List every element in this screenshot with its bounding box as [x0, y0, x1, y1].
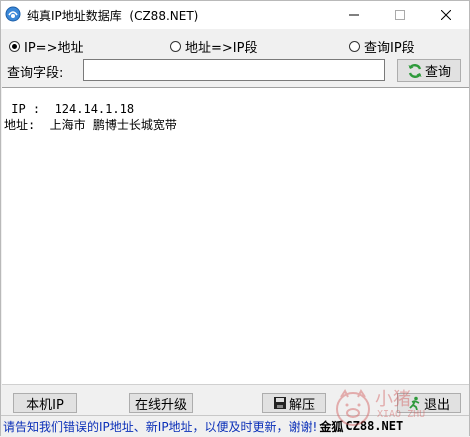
refresh-icon: [408, 63, 422, 78]
maximize-icon: [395, 10, 405, 20]
radio-indicator: [170, 41, 181, 52]
exit-label: 退出: [423, 397, 450, 413]
window-title: 纯真IP地址数据库 (CZ88.NET): [27, 9, 199, 23]
exit-button[interactable]: 退出: [397, 393, 461, 413]
radio-address-to-ip-range[interactable]: 地址=>IP段: [170, 37, 257, 56]
extract-button[interactable]: 解压: [262, 393, 326, 413]
result-address-line: 地址: 上海市 鹏博士长城宽带: [4, 118, 177, 132]
close-icon: [441, 10, 451, 20]
radio-label: 地址=>IP段: [185, 41, 258, 56]
extract-label: 解压: [288, 397, 315, 413]
result-panel[interactable]: IP : 124.14.1.18 地址: 上海市 鹏博士长城宽带: [2, 87, 469, 385]
online-update-button[interactable]: 在线升级: [129, 393, 193, 413]
disk-icon: [273, 397, 286, 409]
status-gold-label: 金狐: [319, 419, 344, 434]
radio-ip-to-address[interactable]: IP=>地址: [9, 37, 83, 56]
close-button[interactable]: [423, 1, 469, 29]
status-message: 请告知我们错误的IP地址、新IP地址，以便及时更新，谢谢!: [3, 419, 318, 434]
query-button[interactable]: 查询: [397, 59, 461, 82]
online-update-label: 在线升级: [134, 397, 187, 413]
result-ip-line: IP : 124.14.1.18: [4, 102, 135, 116]
radio-indicator: [349, 41, 360, 52]
query-mode-group: IP=>地址 地址=>IP段 查询IP段: [1, 37, 469, 56]
app-window: 纯真IP地址数据库 (CZ88.NET) IP=>地址 地址=>IP段 查询IP…: [0, 0, 470, 436]
status-bar: 请告知我们错误的IP地址、新IP地址，以便及时更新，谢谢! 金狐 CZ88.NE…: [1, 415, 469, 436]
status-site-label: CZ88.NET: [345, 419, 404, 433]
radio-query-ip-range[interactable]: 查询IP段: [349, 37, 415, 56]
query-input[interactable]: [83, 59, 385, 81]
title-bar: 纯真IP地址数据库 (CZ88.NET): [1, 1, 469, 29]
minimize-icon: [349, 14, 359, 16]
exit-runner-icon: [409, 396, 420, 410]
query-button-label: 查询: [424, 65, 451, 80]
radio-indicator: [9, 41, 20, 52]
radio-label: IP=>地址: [24, 41, 84, 56]
local-ip-label: 本机IP: [26, 397, 64, 413]
radio-label: 查询IP段: [364, 41, 415, 56]
minimize-button[interactable]: [331, 1, 377, 29]
maximize-button[interactable]: [377, 1, 423, 29]
app-globe-icon: [5, 6, 21, 22]
query-field-label: 查询字段:: [7, 66, 64, 81]
local-ip-button[interactable]: 本机IP: [13, 393, 77, 413]
